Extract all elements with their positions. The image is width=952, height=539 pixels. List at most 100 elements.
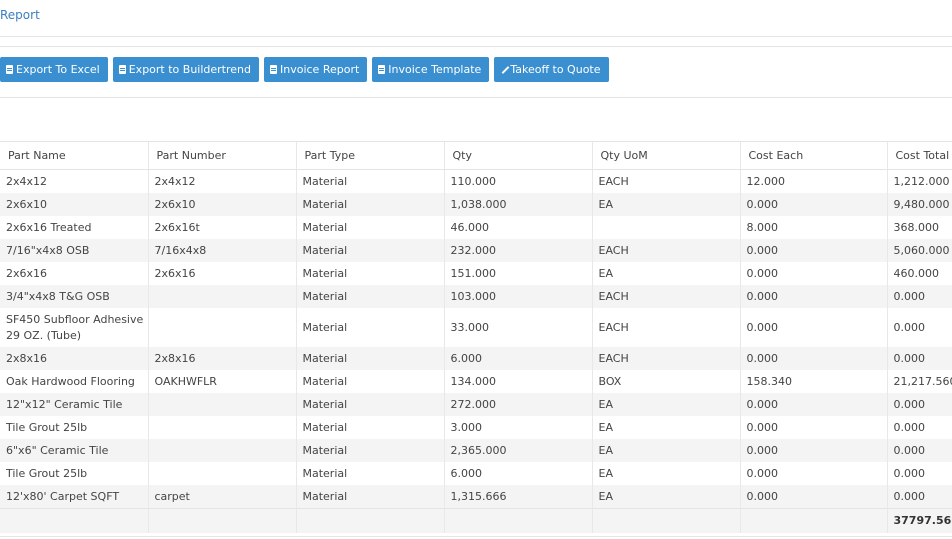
column-header: Cost Each: [739, 141, 887, 170]
table-cell: 0.000: [886, 439, 952, 462]
divider: [0, 36, 952, 37]
table-cell: [147, 462, 296, 485]
table-row: Tile Grout 25lb Material 3.000 EA 0.000 0.000: [0, 416, 952, 439]
button-label: Invoice Report: [280, 63, 360, 76]
table-cell: EACH: [591, 285, 740, 308]
table-cell: 3.000: [443, 416, 592, 439]
table-row: 2x4x12 2x4x12 Material 110.000 EACH 12.000 1,2…: [0, 169, 952, 193]
button-label: Export To Excel: [16, 63, 100, 76]
report-table: Part Name Part Number Part Type Qty Qty …: [0, 141, 952, 533]
pencil-icon: [500, 65, 507, 74]
doc-icon: [270, 65, 277, 74]
invoice-report-button[interactable]: Invoice Report: [264, 57, 368, 82]
table-cell: 6.000: [443, 462, 592, 485]
table-cell: 0.000: [739, 308, 887, 347]
button-label: Export to Buildertrend: [128, 63, 251, 76]
doc-icon: [118, 65, 126, 74]
table-row: 2x8x16 2x8x16 Material 6.000 EACH 0.000 0.000: [0, 347, 952, 370]
table-cell: 103.000: [443, 285, 592, 308]
table-cell: EACH: [591, 239, 740, 262]
table-cell: 2x6x16: [147, 262, 296, 285]
table-cell: 1,212.000: [886, 169, 952, 193]
doc-icon: [6, 65, 13, 74]
table-cell: Material: [295, 193, 444, 216]
table-cell: Material: [295, 439, 444, 462]
table-row: 12"x12" Ceramic Tile Material 272.000 EA 0.0…: [0, 393, 952, 416]
column-header: Qty UoM: [591, 141, 740, 170]
table-cell: [0, 508, 148, 533]
table-cell: Material: [295, 393, 444, 416]
table-cell: EA: [591, 193, 740, 216]
invoice-template-button[interactable]: Invoice Template: [372, 57, 490, 82]
table-cell: 2x6x16: [6, 266, 48, 280]
table-cell: 6"x6" Ceramic Tile: [0, 439, 148, 462]
table-cell: 0.000: [739, 285, 887, 308]
column-header: Part Name: [0, 141, 148, 170]
table-cell: SF450 Subfloor Adhesive 29 OZ. (Tube): [6, 312, 144, 342]
table-cell: 2x4x12: [147, 169, 296, 193]
table-row: 7/16"x4x8 OSB 7/16x4x8 Material 232.000 EACH…: [0, 239, 952, 262]
table-cell: EA: [591, 262, 740, 285]
table-cell: EA: [591, 462, 740, 485]
export-to-buildertrend-button[interactable]: Export to Buildertrend: [112, 57, 259, 82]
table-cell: 158.340: [739, 370, 887, 393]
takeoff-to-quote-button[interactable]: Takeoff to Quote: [494, 57, 609, 82]
divider: [0, 536, 952, 537]
table-cell: 1,315.666: [443, 485, 592, 509]
export-to-excel-button[interactable]: Export To Excel: [0, 57, 108, 82]
table-cell: 7/16x4x8: [147, 239, 296, 262]
table-cell: 0.000: [739, 416, 887, 439]
total-row: 37797.56: [0, 508, 952, 533]
table-cell: 0.000: [886, 347, 952, 370]
table-cell: 21,217.560: [886, 370, 952, 393]
table-cell: [147, 508, 296, 533]
table-cell: 0.000: [886, 308, 952, 347]
table-cell: Material: [295, 485, 444, 509]
table-cell: EACH: [591, 347, 740, 370]
table-cell: Material: [295, 262, 444, 285]
table-body: 2x4x12 2x4x12 Material 110.000 EACH 12.000 1,2…: [0, 169, 952, 509]
table-cell: 2,365.000: [443, 439, 592, 462]
table-cell: EA: [591, 393, 740, 416]
table-cell: 33.000: [443, 308, 592, 347]
table-row: Tile Grout 25lb Material 6.000 EA 0.000 0.000: [0, 462, 952, 485]
table-cell: 0.000: [739, 439, 887, 462]
table-cell: [739, 508, 887, 533]
table-cell: Oak Hardwood Flooring: [6, 374, 135, 388]
table-cell: 46.000: [443, 216, 592, 239]
table-cell: [443, 508, 592, 533]
table-header-row: Part Name Part Number Part Type Qty Qty …: [0, 141, 952, 170]
button-label: Takeoff to Quote: [510, 63, 601, 76]
grand-total: 37797.56: [886, 508, 952, 533]
table-cell: 460.000: [886, 262, 952, 285]
table-cell: 3/4"x4x8 T&G OSB: [0, 285, 148, 308]
table-cell: 0.000: [739, 393, 887, 416]
table-cell: OAKHWFLR: [147, 370, 296, 393]
table-cell: Material: [295, 308, 444, 347]
table-cell: 0.000: [886, 485, 952, 509]
table-cell: 9,480.000: [886, 193, 952, 216]
table-cell: Material: [295, 462, 444, 485]
table-cell: [147, 393, 296, 416]
table-cell: Material: [295, 239, 444, 262]
table-cell: 2x6x10: [147, 193, 296, 216]
table-cell: [591, 216, 740, 239]
toolbar: Export To Excel Export to Buildertrend I…: [0, 57, 614, 82]
table-cell: 0.000: [886, 462, 952, 485]
table-cell: Tile Grout 25lb: [6, 420, 88, 434]
table-row: 2x6x16 2x6x16 Material 151.000 EA 0.000 460.00…: [0, 262, 952, 285]
table-cell: 0.000: [886, 285, 952, 308]
table-row: 2x6x16 Treated 2x6x16t Material 46.000 8.000…: [0, 216, 952, 239]
table-cell: [591, 508, 740, 533]
table-cell: 6.000: [443, 347, 592, 370]
table-cell: [295, 508, 444, 533]
table-cell: 12'x80' Carpet SQFT: [0, 485, 148, 509]
column-header: Cost Total: [886, 141, 952, 170]
table-cell: 2x8x16: [0, 347, 148, 370]
table-cell: EA: [591, 416, 740, 439]
table-cell: 12.000: [739, 169, 887, 193]
doc-icon: [378, 65, 386, 74]
table-cell: [147, 439, 296, 462]
table-cell: 5,060.000: [886, 239, 952, 262]
table-cell: EACH: [591, 169, 740, 193]
